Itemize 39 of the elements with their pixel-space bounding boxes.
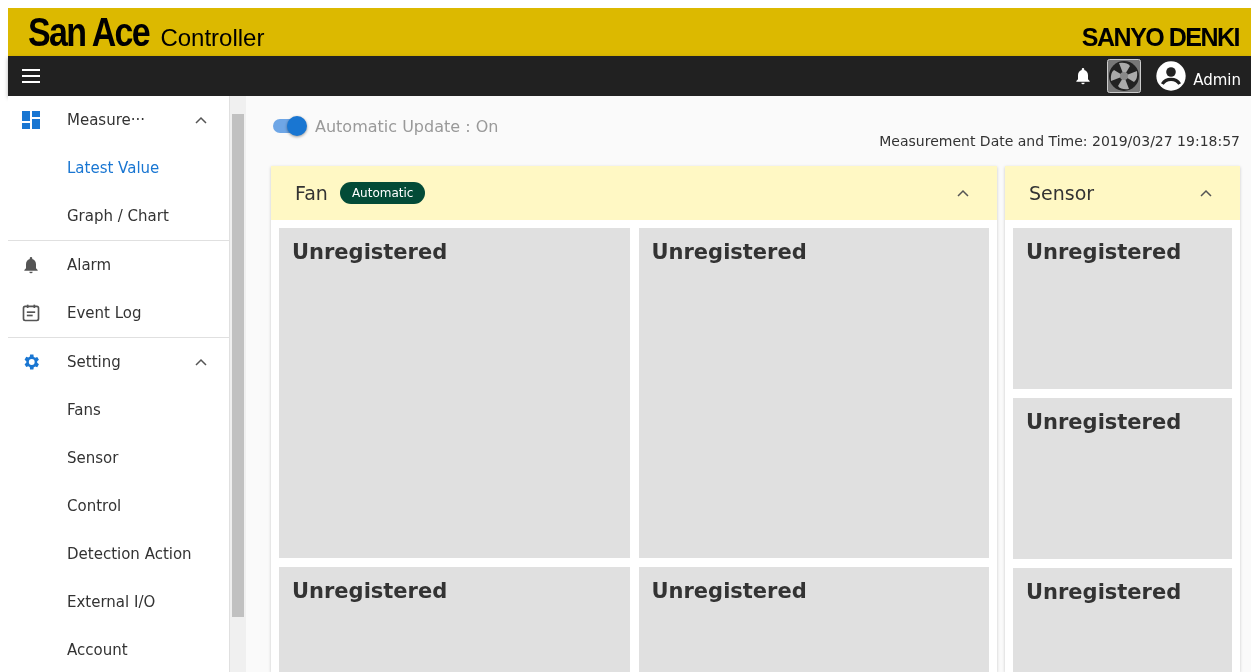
nav-subitem[interactable]: Sensor	[8, 434, 229, 482]
toggle-switch[interactable]	[271, 114, 307, 138]
nav-subitem[interactable]: Graph / Chart	[8, 192, 229, 240]
nav-subitem[interactable]: Detection Action	[8, 530, 229, 578]
logo-text: San Ace	[28, 10, 149, 54]
nav-subitem[interactable]: Latest Value	[8, 144, 229, 192]
nav-subitem[interactable]: Control	[8, 482, 229, 530]
measurement-time: Measurement Date and Time: 2019/03/27 19:18:57	[879, 133, 1240, 149]
card-title: Unregistered	[292, 240, 448, 264]
nav-subitem[interactable]: Account	[8, 626, 229, 672]
card-title: Unregistered	[292, 579, 448, 603]
chevron-icon	[195, 116, 207, 124]
mode-badge: Automatic	[339, 182, 426, 204]
user-icon[interactable]	[1155, 60, 1188, 92]
nav-item[interactable]: Alarm	[8, 241, 229, 289]
chevron-icon	[195, 358, 207, 366]
menu-icon[interactable]	[22, 69, 40, 83]
scrollbar[interactable]	[230, 96, 246, 672]
nav-subitem[interactable]: External I/O	[8, 578, 229, 626]
fan-icon[interactable]	[1107, 59, 1142, 93]
calendar-list-icon	[20, 303, 41, 323]
card-title: Unregistered	[1026, 580, 1182, 604]
card-title: Unregistered	[651, 579, 807, 603]
auto-update-label: Automatic Update : On	[315, 116, 499, 136]
user-name[interactable]: Admin	[1193, 71, 1241, 89]
dashboard-icon	[21, 111, 40, 129]
card-title: Unregistered	[1026, 410, 1182, 434]
app-title: Controller	[160, 24, 265, 52]
chevron-icon[interactable]	[1200, 189, 1212, 197]
panel-title: Sensor	[1029, 182, 1095, 204]
card-title: Unregistered	[1026, 240, 1182, 264]
panel-title: Fan	[295, 182, 328, 204]
nav-item[interactable]: Event Log	[8, 289, 229, 337]
nav-item[interactable]: Setting	[8, 338, 229, 386]
brand-text: SANYO DENKI	[1081, 23, 1239, 52]
chevron-icon[interactable]	[957, 189, 969, 197]
nav-item[interactable]: Measure···	[8, 96, 229, 144]
card-title: Unregistered	[651, 240, 807, 264]
nav-subitem[interactable]: Fans	[8, 386, 229, 434]
